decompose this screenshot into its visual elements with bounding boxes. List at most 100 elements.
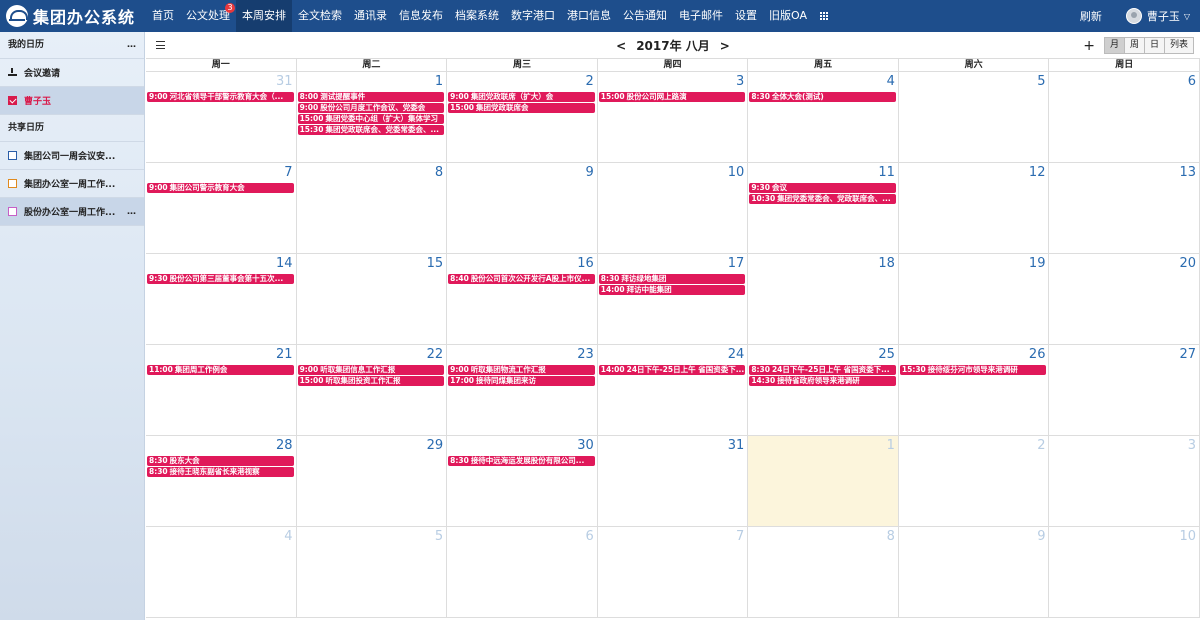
- day-number[interactable]: 23: [577, 347, 594, 362]
- calendar-event[interactable]: 14:00 24日下午-25日上午 省国资委下...: [598, 365, 746, 375]
- day-number[interactable]: 28: [276, 438, 293, 453]
- apps-grid-icon[interactable]: [813, 12, 835, 20]
- refresh-link[interactable]: 刷新: [1080, 8, 1102, 24]
- day-number[interactable]: 14: [276, 256, 293, 271]
- day-cell[interactable]: 25 8:30 24日下午-25日上午 省国资委下... 14:30 接待省政府领导来港…: [748, 345, 899, 435]
- calendar-event[interactable]: 8:30 全体大会(测试): [749, 92, 896, 102]
- day-number[interactable]: 2: [1037, 438, 1045, 453]
- day-cell[interactable]: 4: [146, 527, 297, 617]
- day-cell[interactable]: 31 9:00 河北省领导干部警示教育大会（...: [146, 72, 297, 162]
- day-cell[interactable]: 6: [447, 527, 598, 617]
- calendar-event[interactable]: 9:00 河北省领导干部警示教育大会（...: [147, 92, 294, 102]
- view-week-button[interactable]: 周: [1123, 37, 1145, 54]
- nav-item[interactable]: 旧版OA: [763, 0, 813, 32]
- view-month-button[interactable]: 月: [1103, 37, 1125, 54]
- day-cell[interactable]: 7 9:00 集团公司警示教育大会: [146, 163, 297, 253]
- menu-icon[interactable]: [156, 41, 165, 49]
- day-cell[interactable]: 14 9:30 股份公司第三届董事会第十五次...: [146, 254, 297, 344]
- day-number[interactable]: 4: [284, 529, 292, 544]
- day-cell[interactable]: 21 11:00 集团周工作例会: [146, 345, 297, 435]
- calendar-event[interactable]: 8:30 24日下午-25日上午 省国资委下...: [749, 365, 896, 375]
- day-number[interactable]: 8: [887, 529, 895, 544]
- nav-item[interactable]: 港口信息: [561, 0, 617, 32]
- day-number[interactable]: 16: [577, 256, 594, 271]
- calendar-event[interactable]: 15:00 股份公司网上路演: [598, 92, 746, 102]
- calendar-event[interactable]: 14:00 拜访中能集团: [598, 285, 746, 295]
- calendar-event[interactable]: 9:30 会议: [749, 183, 896, 193]
- day-cell[interactable]: 10: [1049, 527, 1200, 617]
- day-cell[interactable]: 3 15:00 股份公司网上路演: [598, 72, 749, 162]
- calendar-event[interactable]: 8:30 接待中远海运发展股份有限公司...: [448, 456, 595, 466]
- calendar-event[interactable]: 11:00 集团周工作例会: [147, 365, 294, 375]
- calendar-event[interactable]: 9:30 股份公司第三届董事会第十五次...: [147, 274, 294, 284]
- day-number[interactable]: 3: [736, 74, 744, 89]
- day-cell[interactable]: 13: [1049, 163, 1200, 253]
- calendar-event[interactable]: 15:00 集团党政联席会: [448, 103, 595, 113]
- nav-item[interactable]: 本周安排: [236, 0, 292, 32]
- day-cell[interactable]: 19: [899, 254, 1050, 344]
- day-number[interactable]: 5: [1037, 74, 1045, 89]
- day-number[interactable]: 8: [435, 165, 443, 180]
- day-number[interactable]: 13: [1180, 165, 1197, 180]
- day-cell[interactable]: 11 9:30 会议 10:30 集团党委常委会、党政联席会、...: [748, 163, 899, 253]
- day-number[interactable]: 20: [1180, 256, 1197, 271]
- day-cell[interactable]: 6: [1049, 72, 1200, 162]
- shared-calendar-item[interactable]: 股份办公室一周工作...…: [0, 198, 144, 226]
- day-number[interactable]: 18: [878, 256, 895, 271]
- app-logo[interactable]: 集团办公系统: [0, 0, 146, 32]
- day-cell[interactable]: 8: [748, 527, 899, 617]
- day-cell[interactable]: 26 15:30 接待绥芬河市领导来港调研: [899, 345, 1050, 435]
- checkbox-checked-icon[interactable]: [8, 96, 17, 105]
- day-number[interactable]: 27: [1180, 347, 1197, 362]
- shared-calendar-item[interactable]: 集团公司一周会议安...: [0, 142, 144, 170]
- nav-item[interactable]: 全文检索: [292, 0, 348, 32]
- calendar-event[interactable]: 15:30 集团党政联席会、党委常委会、...: [297, 125, 445, 135]
- calendar-event[interactable]: 15:00 集团党委中心组（扩大）集体学习: [297, 114, 445, 124]
- day-number[interactable]: 12: [1029, 165, 1046, 180]
- day-cell[interactable]: 30 8:30 接待中远海运发展股份有限公司...: [447, 436, 598, 526]
- day-number[interactable]: 1: [887, 438, 895, 453]
- day-cell[interactable]: 29: [297, 436, 448, 526]
- day-cell[interactable]: 4 8:30 全体大会(测试): [748, 72, 899, 162]
- day-number[interactable]: 3: [1188, 438, 1196, 453]
- nav-item[interactable]: 公文处理 3: [180, 0, 236, 32]
- calendar-event[interactable]: 9:00 听取集团物流工作汇报: [448, 365, 595, 375]
- day-cell[interactable]: 1: [748, 436, 899, 526]
- nav-item[interactable]: 通讯录: [348, 0, 393, 32]
- day-cell[interactable]: 17 8:30 拜访绿地集团 14:00 拜访中能集团: [598, 254, 749, 344]
- day-cell[interactable]: 8: [297, 163, 448, 253]
- calendar-event[interactable]: 15:00 听取集团投资工作汇报: [297, 376, 445, 386]
- day-number[interactable]: 9: [585, 165, 593, 180]
- nav-item[interactable]: 首页: [146, 0, 180, 32]
- calendar-event[interactable]: 8:30 拜访绿地集团: [598, 274, 746, 284]
- day-number[interactable]: 26: [1029, 347, 1046, 362]
- day-number[interactable]: 24: [728, 347, 745, 362]
- more-icon[interactable]: …: [127, 32, 136, 58]
- checkbox-icon[interactable]: [8, 179, 17, 188]
- calendar-event[interactable]: 17:00 接待同煤集团来访: [448, 376, 595, 386]
- more-icon[interactable]: …: [127, 207, 136, 217]
- day-number[interactable]: 10: [1180, 529, 1197, 544]
- day-cell[interactable]: 12: [899, 163, 1050, 253]
- calendar-event[interactable]: 8:00 测试提醒事件: [297, 92, 445, 102]
- day-number[interactable]: 17: [728, 256, 745, 271]
- day-number[interactable]: 21: [276, 347, 293, 362]
- add-event-icon[interactable]: +: [1083, 38, 1095, 54]
- checkbox-icon[interactable]: [8, 207, 17, 216]
- day-number[interactable]: 19: [1029, 256, 1046, 271]
- calendar-event[interactable]: 15:30 接待绥芬河市领导来港调研: [899, 365, 1047, 375]
- day-number[interactable]: 2: [585, 74, 593, 89]
- day-cell[interactable]: 23 9:00 听取集团物流工作汇报 17:00 接待同煤集团来访: [447, 345, 598, 435]
- meeting-invite-item[interactable]: 会议邀请: [0, 59, 144, 87]
- next-month-icon[interactable]: >: [720, 39, 730, 53]
- nav-item[interactable]: 档案系统: [449, 0, 505, 32]
- day-cell[interactable]: 9: [899, 527, 1050, 617]
- day-cell[interactable]: 5: [899, 72, 1050, 162]
- calendar-event[interactable]: 8:30 股东大会: [147, 456, 294, 466]
- day-number[interactable]: 15: [427, 256, 444, 271]
- day-number[interactable]: 6: [1188, 74, 1196, 89]
- day-cell[interactable]: 2: [899, 436, 1050, 526]
- day-cell[interactable]: 22 9:00 听取集团信息工作汇报 15:00 听取集团投资工作汇报: [297, 345, 448, 435]
- day-number[interactable]: 1: [435, 74, 443, 89]
- day-cell[interactable]: 5: [297, 527, 448, 617]
